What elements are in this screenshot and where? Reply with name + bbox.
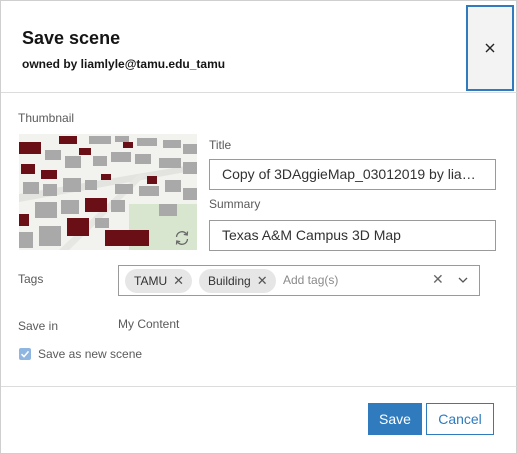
add-tag-placeholder[interactable]: Add tag(s) bbox=[283, 273, 338, 287]
summary-label: Summary bbox=[209, 197, 261, 211]
checkmark-icon bbox=[20, 350, 30, 358]
remove-tag-icon[interactable]: ✕ bbox=[257, 273, 268, 289]
title-input[interactable]: Copy of 3DAggieMap_03012019 by liamlyle@… bbox=[209, 159, 496, 190]
save-scene-dialog: Save scene owned by liamlyle@tamu.edu_ta… bbox=[0, 0, 517, 454]
title-label: Title bbox=[209, 138, 232, 152]
footer-divider bbox=[1, 386, 517, 387]
close-icon bbox=[485, 43, 495, 53]
tags-input[interactable]: TAMU ✕ Building ✕ Add tag(s) ✕ bbox=[118, 265, 480, 296]
refresh-icon bbox=[175, 231, 189, 245]
tag-chip-label: TAMU bbox=[134, 274, 168, 288]
summary-input[interactable]: Texas A&M Campus 3D Map bbox=[209, 220, 496, 251]
remove-tag-icon[interactable]: ✕ bbox=[173, 273, 184, 289]
owner-text: owned by liamlyle@tamu.edu_tamu bbox=[22, 57, 226, 71]
tag-chip-tamu[interactable]: TAMU ✕ bbox=[125, 269, 193, 293]
cancel-button[interactable]: Cancel bbox=[426, 403, 494, 435]
save-as-new-label[interactable]: Save as new scene bbox=[38, 347, 142, 361]
refresh-thumbnail-button[interactable] bbox=[171, 227, 193, 249]
thumbnail-label: Thumbnail bbox=[18, 111, 75, 125]
save-in-label: Save in bbox=[18, 319, 59, 333]
tags-label: Tags bbox=[18, 272, 44, 286]
save-button[interactable]: Save bbox=[368, 403, 422, 435]
save-in-folder[interactable]: My Content bbox=[118, 317, 179, 331]
tag-chip-building[interactable]: Building ✕ bbox=[199, 269, 276, 293]
save-as-new-checkbox[interactable] bbox=[19, 348, 31, 360]
tag-chip-label: Building bbox=[208, 274, 251, 288]
clear-tags-icon[interactable]: ✕ bbox=[432, 271, 444, 288]
dialog-title: Save scene bbox=[22, 28, 121, 48]
chevron-down-icon[interactable] bbox=[456, 273, 470, 287]
close-button[interactable] bbox=[466, 5, 514, 91]
dialog-header: Save scene owned by liamlyle@tamu.edu_ta… bbox=[1, 1, 517, 93]
